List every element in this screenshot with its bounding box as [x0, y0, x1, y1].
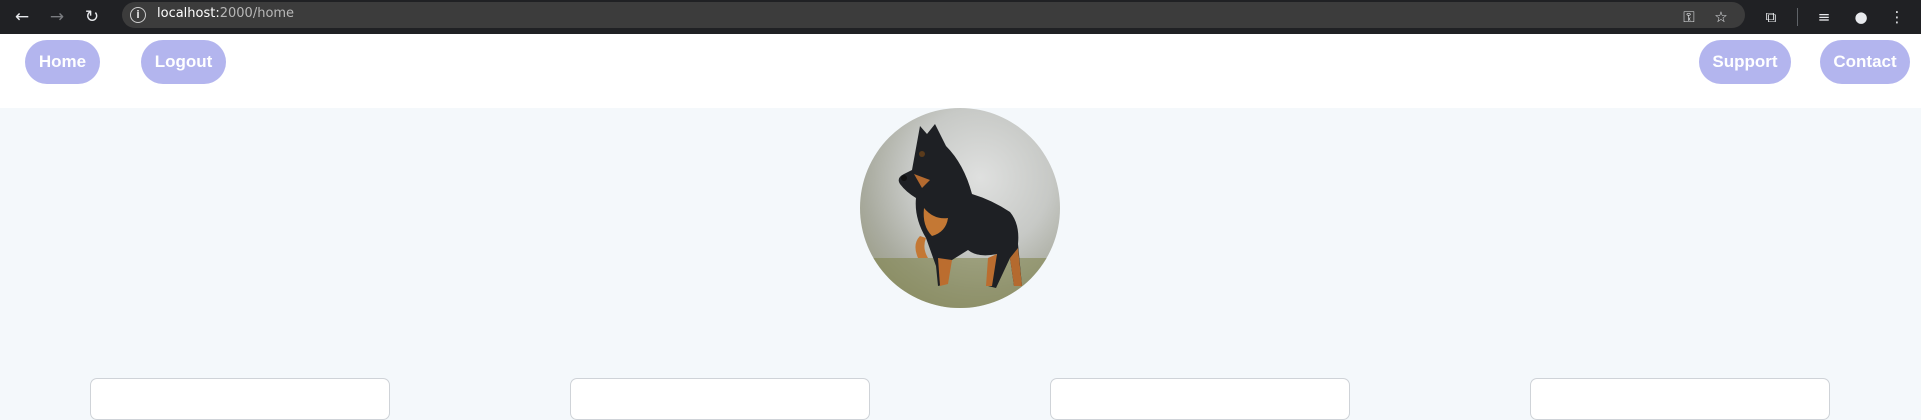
content-card[interactable]: [90, 378, 390, 420]
menu-dots-icon[interactable]: ⋮: [1885, 5, 1909, 29]
profile-icon[interactable]: ●: [1849, 5, 1873, 29]
url-host: localhost:: [157, 6, 220, 21]
toolbar-divider: [1797, 8, 1798, 26]
home-button[interactable]: Home: [25, 40, 100, 84]
reload-icon[interactable]: ↻: [80, 5, 104, 29]
dog-photo: [860, 124, 1060, 308]
info-icon[interactable]: i: [130, 7, 146, 23]
contact-button[interactable]: Contact: [1820, 40, 1910, 84]
url-text: localhost:2000/home: [157, 6, 294, 21]
url-path: 2000/home: [219, 6, 295, 21]
browser-toolbar: ← → ↻ i localhost:2000/home ⚿ ☆ ⧉ ≡ ● ⋮: [0, 0, 1921, 34]
reading-list-icon[interactable]: ≡: [1812, 5, 1836, 29]
logout-button[interactable]: Logout: [141, 40, 226, 84]
extensions-icon[interactable]: ⧉: [1759, 5, 1783, 29]
password-key-icon[interactable]: ⚿: [1677, 5, 1701, 29]
support-button[interactable]: Support: [1699, 40, 1791, 84]
profile-avatar: [860, 108, 1060, 308]
address-bar[interactable]: i localhost:2000/home: [122, 2, 1745, 28]
content-card[interactable]: [1530, 378, 1830, 420]
bookmark-star-icon[interactable]: ☆: [1709, 5, 1733, 29]
site-header: [0, 34, 1921, 108]
content-card[interactable]: [1050, 378, 1350, 420]
content-card[interactable]: [570, 378, 870, 420]
forward-arrow-icon[interactable]: →: [45, 5, 69, 29]
back-arrow-icon[interactable]: ←: [10, 5, 34, 29]
